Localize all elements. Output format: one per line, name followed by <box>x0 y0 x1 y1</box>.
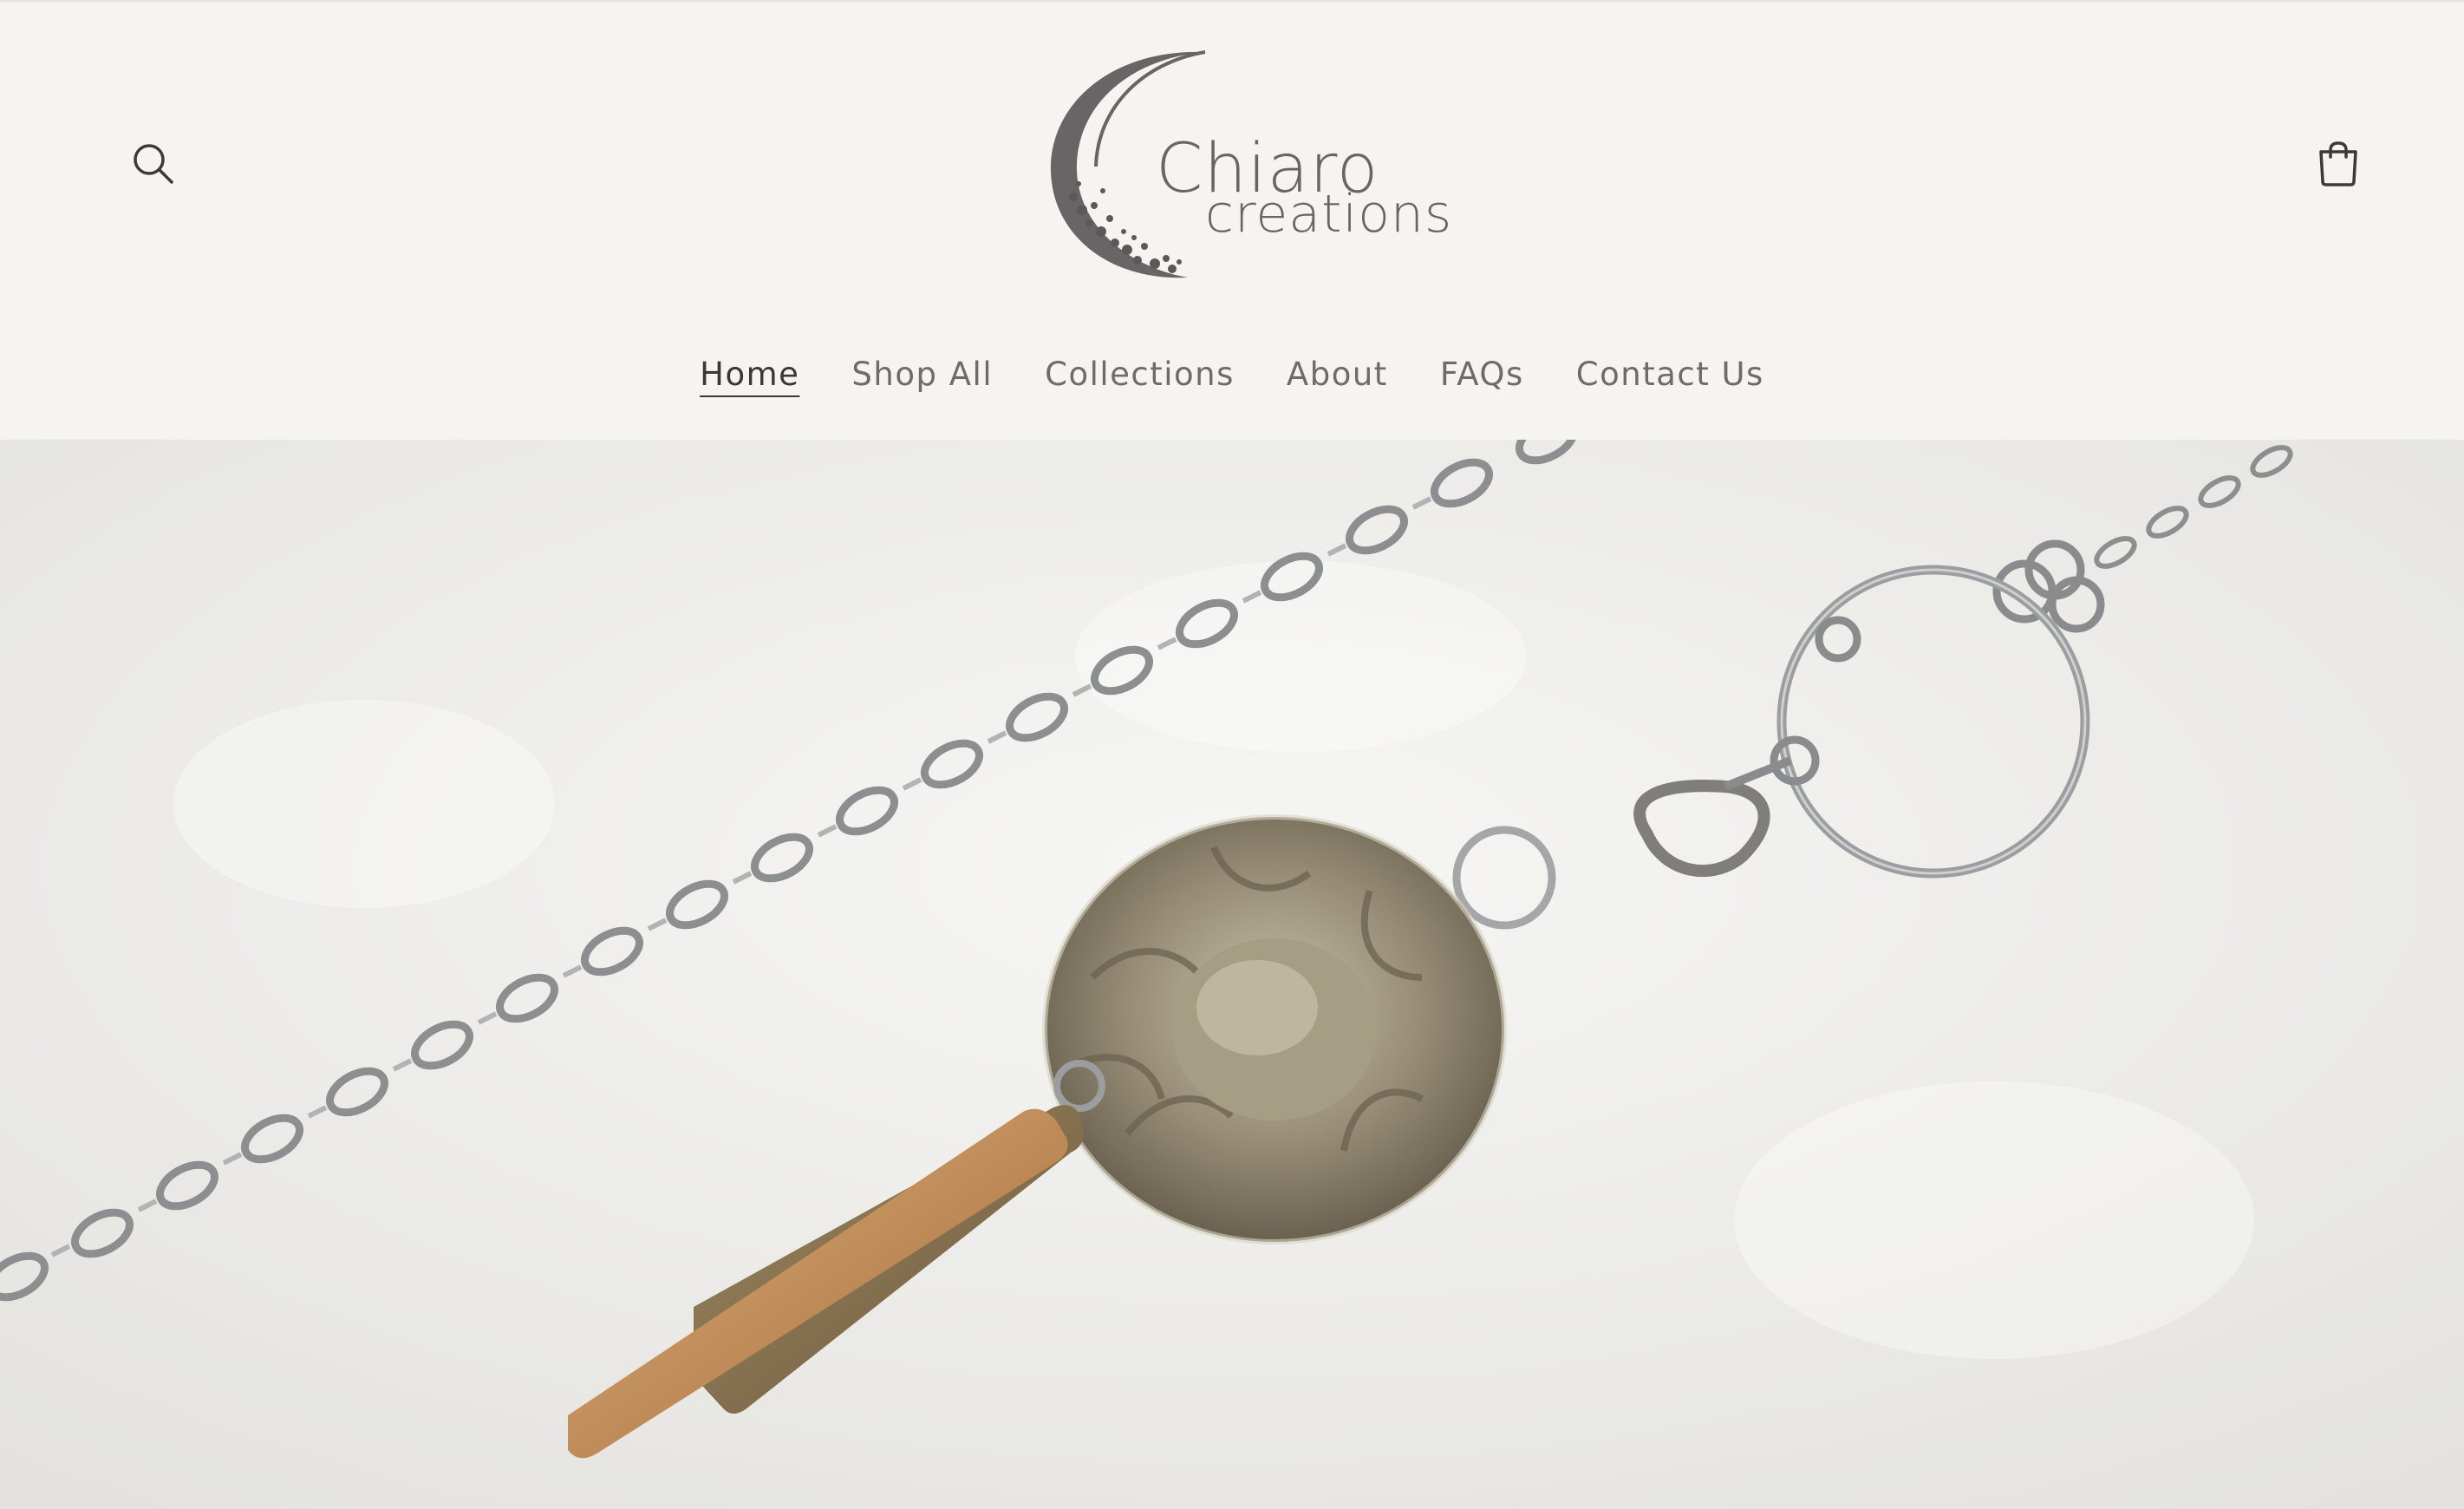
cart-icon <box>2319 141 2357 186</box>
nav-item-shop-all[interactable]: Shop All <box>825 347 1019 402</box>
page: Chiaro creations Home Shop All Collectio… <box>0 0 2464 1509</box>
nav-item-collections[interactable]: Collections <box>1019 347 1261 402</box>
nav-item-home[interactable]: Home <box>674 347 825 402</box>
logo-text-secondary: creations <box>1205 184 1453 245</box>
site-logo[interactable]: Chiaro creations <box>1040 45 1451 288</box>
site-header: Chiaro creations Home Shop All Collectio… <box>0 0 2464 440</box>
nav-item-contact-us[interactable]: Contact Us <box>1550 347 1790 402</box>
cart-button[interactable] <box>2299 125 2377 203</box>
nav-item-faqs[interactable]: FAQs <box>1414 347 1550 402</box>
nav-item-about[interactable]: About <box>1261 347 1414 402</box>
search-icon <box>134 144 173 184</box>
main-nav: Home Shop All Collections About FAQs Con… <box>0 347 2464 402</box>
hero-banner <box>0 440 2464 1509</box>
search-button[interactable] <box>114 125 192 203</box>
hero-image-necklace <box>0 440 2464 1509</box>
